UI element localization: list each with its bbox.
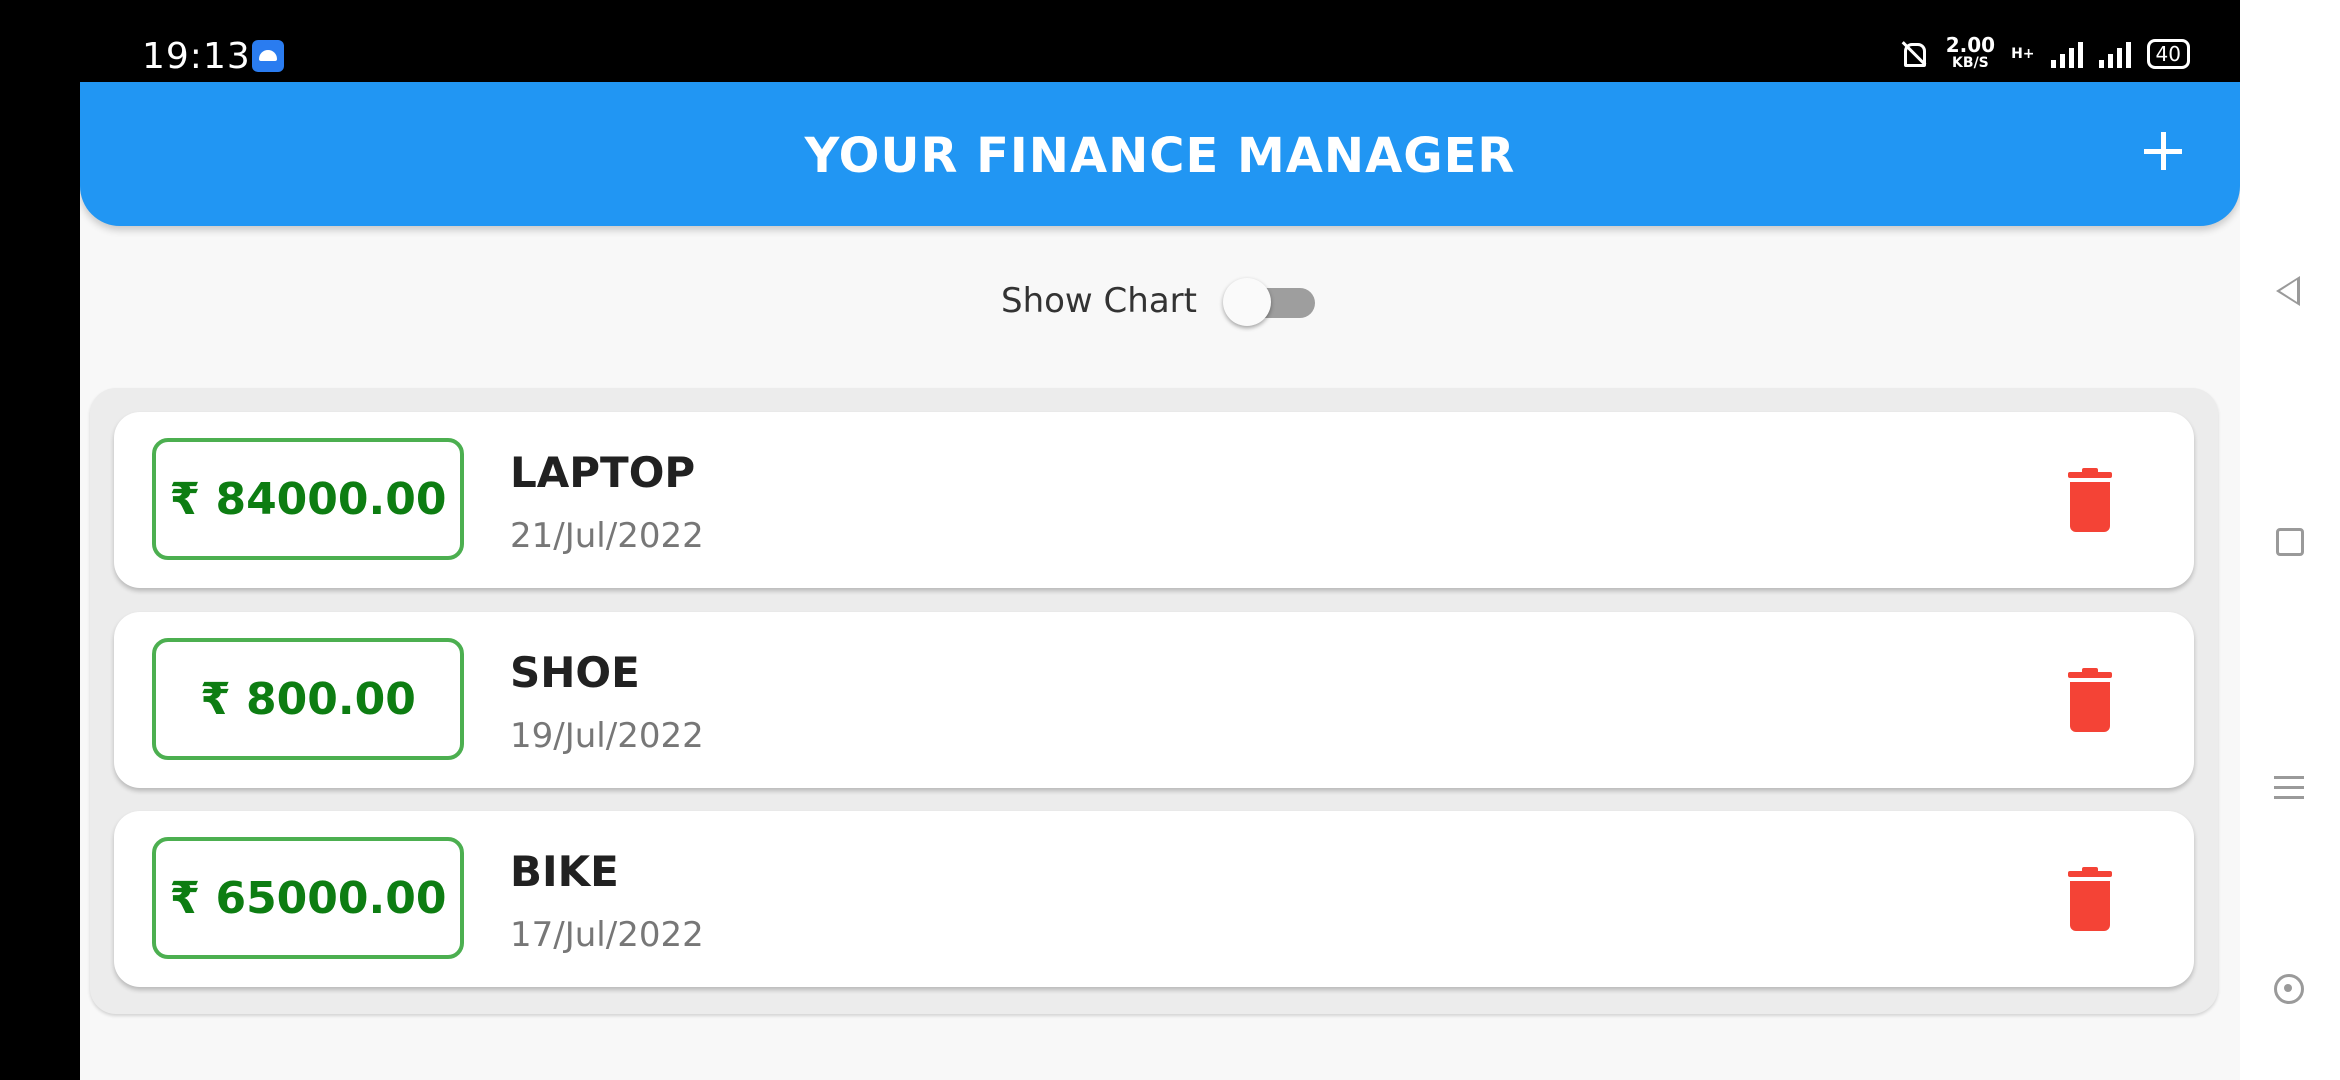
home-icon[interactable] [2270, 522, 2306, 558]
transaction-date: 21/Jul/2022 [510, 516, 704, 556]
assistant-icon[interactable] [2270, 970, 2306, 1006]
network-speed: 2.00 KB/S [1945, 33, 1996, 72]
back-icon[interactable] [2270, 272, 2306, 308]
transaction-title: BIKE [510, 847, 619, 896]
amount-badge: ₹ 800.00 [152, 638, 464, 760]
switch-thumb [1222, 278, 1271, 326]
network-speed-unit: KB/S [1952, 55, 1989, 71]
chart-toggle-row: Show Chart [80, 278, 2240, 326]
signal-icon [2050, 40, 2083, 68]
network-type: H+ [2011, 46, 2035, 62]
left-black-bar [0, 0, 80, 1080]
delete-button[interactable] [2068, 668, 2112, 732]
transaction-card: ₹ 65000.00 BIKE 17/Jul/2022 [114, 811, 2194, 987]
delete-button[interactable] [2068, 468, 2112, 532]
status-bar: 19:13 2.00 KB/S H+ 40 [0, 0, 2240, 82]
android-notification-icon [252, 40, 284, 72]
delete-button[interactable] [2068, 867, 2112, 931]
recents-icon[interactable] [2270, 772, 2306, 808]
transaction-card: ₹ 800.00 SHOE 19/Jul/2022 [114, 612, 2194, 788]
transaction-date: 19/Jul/2022 [510, 716, 704, 756]
amount-badge: ₹ 65000.00 [152, 837, 464, 959]
amount-badge: ₹ 84000.00 [152, 438, 464, 560]
app-screen: YOUR FINANCE MANAGER Show Chart ₹ 84000.… [80, 82, 2240, 1080]
transaction-card: ₹ 84000.00 LAPTOP 21/Jul/2022 [114, 412, 2194, 588]
app-bar: YOUR FINANCE MANAGER [80, 82, 2240, 226]
add-transaction-button[interactable] [2138, 126, 2188, 176]
transaction-title: SHOE [510, 648, 640, 697]
battery-icon: 40 [2146, 39, 2190, 69]
page-title: YOUR FINANCE MANAGER [804, 128, 1516, 184]
transaction-list: ₹ 84000.00 LAPTOP 21/Jul/2022 ₹ 800.00 S… [90, 388, 2218, 1014]
vibrate-mute-icon [1896, 40, 1930, 68]
signal-icon-2 [2098, 40, 2131, 68]
system-nav-bar [2240, 0, 2340, 1080]
transaction-title: LAPTOP [510, 448, 696, 497]
status-icons: 2.00 KB/S H+ 40 [1896, 33, 2190, 72]
network-speed-value: 2.00 [1945, 33, 1996, 57]
transaction-date: 17/Jul/2022 [510, 915, 704, 955]
show-chart-switch[interactable] [1222, 278, 1319, 326]
show-chart-label: Show Chart [1001, 281, 1197, 321]
status-time: 19:13 [142, 36, 251, 77]
